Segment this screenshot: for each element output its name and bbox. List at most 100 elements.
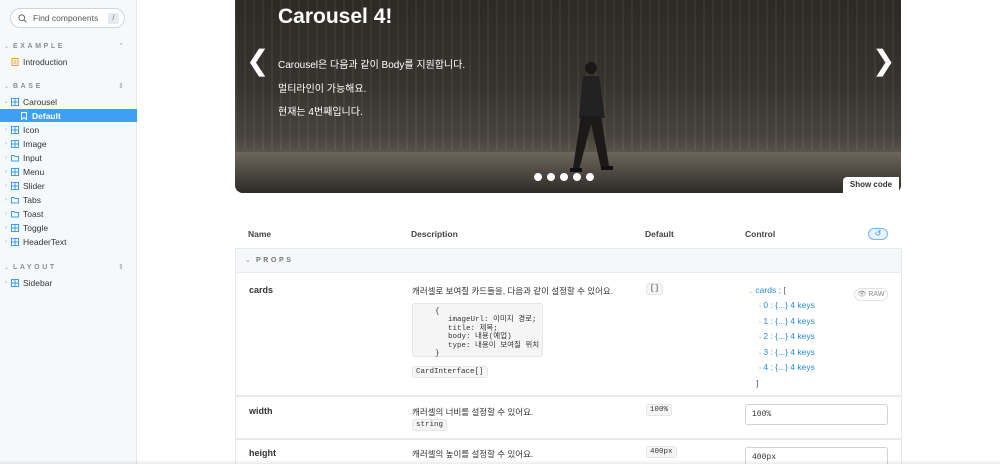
sidebar-item-input[interactable]: › Input <box>0 151 137 164</box>
sidebar-item-label: Sidebar <box>23 277 53 288</box>
raw-toggle-button[interactable]: 👁 RAW <box>854 288 888 301</box>
document-icon <box>11 57 19 66</box>
sidebar-item-label: Input <box>23 152 42 163</box>
sidebar-item-default[interactable]: Default <box>0 109 137 122</box>
carousel-dot[interactable] <box>560 173 568 181</box>
carousel-pagination <box>534 173 594 181</box>
chevron-right-icon: › <box>759 335 761 341</box>
chevron-right-icon: › <box>759 351 761 357</box>
expand-toggle-icon[interactable]: ⇕ <box>118 82 124 90</box>
undo-icon: ↺ <box>874 229 882 238</box>
component-icon <box>11 237 19 246</box>
component-icon <box>11 97 19 106</box>
tree-item[interactable]: › 4 : {...} 4 keys <box>759 362 815 372</box>
folder-icon <box>11 210 19 217</box>
walking-person-image <box>570 62 613 172</box>
chevron-right-icon: › <box>5 168 7 175</box>
section-title: BASE <box>13 82 43 90</box>
column-header-default: Default <box>645 229 674 239</box>
table-row-width: width 캐러셀의 너비를 설정할 수 있어요. string 100% 10… <box>235 396 902 439</box>
chevron-down-icon: ⌄ <box>245 257 251 264</box>
chevron-down-icon: ⌄ <box>4 264 10 271</box>
section-base-header[interactable]: ⌄ BASE ⇕ <box>4 81 124 91</box>
column-header-name: Name <box>248 229 272 239</box>
carousel-next-button[interactable]: ❯ <box>872 44 895 77</box>
show-code-button[interactable]: Show code <box>843 177 899 193</box>
tree-item[interactable]: › 2 : {...} 4 keys <box>759 331 815 341</box>
prop-description: 캐러셀로 보여질 카드들을, 다음과 같이 설정할 수 있어요. <box>412 286 614 296</box>
props-group-label: PROPS <box>256 257 294 264</box>
sidebar: Find components / ⌄ EXAMPLE ⌃ Introducti… <box>0 0 137 464</box>
carousel-dot[interactable] <box>534 173 542 181</box>
folder-icon <box>11 196 19 203</box>
sidebar-item-carousel[interactable]: ⌄ Carousel <box>0 95 137 108</box>
folder-icon <box>11 154 19 161</box>
prop-name: cards <box>249 285 274 295</box>
section-title: EXAMPLE <box>13 42 66 50</box>
sidebar-item-toast[interactable]: › Toast <box>0 207 137 220</box>
sidebar-item-menu[interactable]: › Menu <box>0 165 137 178</box>
chevron-down-icon: ⌄ <box>4 43 10 50</box>
sidebar-item-label: Menu <box>23 166 45 177</box>
search-input[interactable]: Find components <box>33 13 108 23</box>
sidebar-item-icon[interactable]: › Icon <box>0 123 137 136</box>
sidebar-item-label: Default <box>32 110 61 121</box>
tree-item[interactable]: › 0 : {...} 4 keys <box>759 300 815 310</box>
tree-key[interactable]: cards <box>755 285 776 295</box>
column-header-control: Control <box>745 229 776 239</box>
search-box[interactable]: Find components / <box>10 8 125 28</box>
sidebar-item-sidebar[interactable]: › Sidebar <box>0 276 137 289</box>
prop-default: 400px <box>646 446 677 458</box>
section-example-header[interactable]: ⌄ EXAMPLE ⌃ <box>4 41 124 51</box>
reset-controls-button[interactable]: ↺ <box>868 228 888 240</box>
chevron-right-icon: › <box>5 154 7 161</box>
carousel-dot[interactable] <box>547 173 555 181</box>
type-code-block: { imageUrl: 이미지 경로; title: 제목; body: 내용(… <box>412 303 543 358</box>
carousel-preview: Carousel 4! Carousel은 다음과 같이 Body를 지원합니다… <box>235 0 901 193</box>
sidebar-item-label: Tabs <box>23 194 41 205</box>
chevron-right-icon: › <box>5 210 7 217</box>
sidebar-item-label: Image <box>23 138 47 149</box>
tree-item[interactable]: › 3 : {...} 4 keys <box>759 347 815 357</box>
section-layout-header[interactable]: ⌄ LAYOUT ⇕ <box>4 262 124 272</box>
component-icon <box>11 223 19 232</box>
sidebar-item-label: Slider <box>23 180 45 191</box>
tree-item[interactable]: › 1 : {...} 4 keys <box>759 316 815 326</box>
props-group-header[interactable]: ⌄ PROPS <box>235 248 902 272</box>
sidebar-item-label: Toggle <box>23 222 49 233</box>
sidebar-item-tabs[interactable]: › Tabs <box>0 193 137 206</box>
carousel-dot[interactable] <box>586 173 594 181</box>
chevron-right-icon: › <box>5 196 7 203</box>
sidebar-item-label: Icon <box>23 124 40 135</box>
section-title: LAYOUT <box>13 263 57 271</box>
column-header-description: Description <box>411 229 458 239</box>
carousel-dot[interactable] <box>573 173 581 181</box>
chevron-right-icon: › <box>5 140 7 147</box>
chevron-right-icon: › <box>5 224 7 231</box>
expand-toggle-icon[interactable]: ⇕ <box>118 263 124 271</box>
sidebar-item-slider[interactable]: › Slider <box>0 179 137 192</box>
carousel-body-line: 현재는 4번째입니다. <box>278 107 363 118</box>
search-shortcut-key: / <box>108 12 119 24</box>
chevron-right-icon: › <box>5 126 7 133</box>
carousel-body-line: Carousel은 다음과 같이 Body를 지원합니다. <box>278 60 466 71</box>
bookmark-icon <box>21 111 27 120</box>
carousel-prev-button[interactable]: ❮ <box>246 44 269 77</box>
sidebar-item-toggle[interactable]: › Toggle <box>0 221 137 234</box>
chevron-right-icon: › <box>759 366 761 372</box>
collapse-toggle-icon[interactable]: ⌃ <box>118 42 124 50</box>
width-input[interactable]: 100% <box>745 404 888 425</box>
sidebar-item-headertext[interactable]: › HeaderText <box>0 235 137 248</box>
prop-description: 캐러셀의 높이를 설정할 수 있어요. <box>412 449 534 459</box>
component-icon <box>11 167 19 176</box>
prop-name: width <box>249 406 273 416</box>
sidebar-item-image[interactable]: › Image <box>0 137 137 150</box>
sidebar-item-introduction[interactable]: Introduction <box>0 55 137 68</box>
carousel-body-line: 멀티라인이 가능해요. <box>278 84 367 95</box>
prop-description: 캐러셀의 너비를 설정할 수 있어요. <box>412 407 534 417</box>
chevron-right-icon: › <box>5 238 7 245</box>
carousel-title: Carousel 4! <box>278 5 393 28</box>
prop-type: CardInterface[] <box>412 366 488 378</box>
sidebar-item-label: Toast <box>23 208 44 219</box>
tree-close-bracket: ] <box>756 378 759 388</box>
